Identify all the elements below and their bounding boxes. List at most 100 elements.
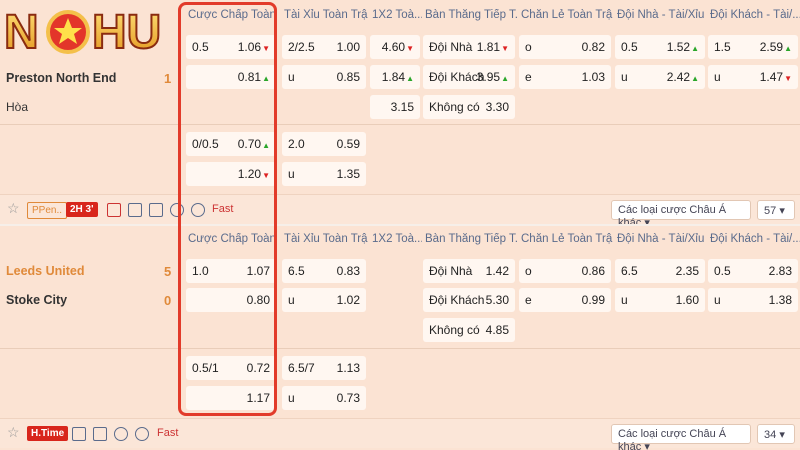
odds-line: Đội Nhà [429, 40, 473, 54]
stats-icon[interactable] [93, 427, 107, 441]
odds-value: 2.42 [666, 70, 691, 84]
fast-bet-link[interactable]: Fast [157, 427, 178, 439]
odds-cell[interactable]: 1.84▲ [370, 65, 420, 89]
away-team-name[interactable]: Stoke City [6, 293, 67, 307]
home-team-name[interactable]: Leeds United [6, 264, 85, 278]
odds-cell[interactable]: u 1.02 [282, 288, 366, 312]
chevron-down-icon: ▾ [644, 217, 650, 229]
odds-cell[interactable]: 6.5 0.83 [282, 259, 366, 283]
odds-cell[interactable]: 0/0.5 0.70▲ [186, 132, 276, 156]
odds-cell[interactable]: 2/2.5 1.00 [282, 35, 366, 59]
asian-bets-select[interactable]: Các loại cược Châu Á khác ▾ [611, 424, 751, 450]
clock-icon[interactable] [191, 203, 205, 217]
odds-cell[interactable]: 0.80 [186, 288, 276, 312]
odds-cell[interactable]: o 0.86 [519, 259, 611, 283]
odds-cell[interactable]: Đội Khách 3.95▲ [423, 65, 515, 89]
odds-cell[interactable]: 1.5 2.59▲ [708, 35, 798, 59]
odds-cell[interactable]: u 1.47▼ [708, 65, 798, 89]
lineup-icon[interactable] [107, 203, 121, 217]
odds-value: 1.60 [675, 293, 699, 307]
odds-price: 0.73 [337, 391, 360, 405]
asian-bets-select[interactable]: Các loại cược Châu Á khác ▾ [611, 200, 751, 229]
odds-down-arrow-icon: ▼ [406, 44, 414, 53]
odds-up-arrow-icon: ▲ [784, 44, 792, 53]
odds-cell[interactable]: e 0.99 [519, 288, 611, 312]
divider [0, 124, 800, 125]
odds-value: 5.30 [485, 293, 509, 307]
odds-value: 3.15 [390, 100, 414, 114]
odds-price: 0.59 [337, 137, 360, 151]
odds-cell[interactable]: 1.0 1.07 [186, 259, 276, 283]
list-icon[interactable] [128, 203, 142, 217]
odds-price: 3.30 [486, 100, 509, 114]
refresh-icon[interactable] [170, 203, 184, 217]
odds-line: 0.5/1 [192, 361, 219, 375]
odds-up-arrow-icon: ▲ [501, 74, 509, 83]
column-header: Bàn Thắng Tiếp T... [425, 9, 517, 21]
odds-value: 0.99 [581, 293, 605, 307]
odds-cell[interactable]: Đội Nhà 1.81▼ [423, 35, 515, 59]
chevron-down-icon: ▾ [644, 441, 650, 450]
odds-cell[interactable]: u 0.73 [282, 386, 366, 410]
odds-cell[interactable]: 1.17 [186, 386, 276, 410]
odds-cell[interactable]: 4.60▼ [370, 35, 420, 59]
odds-cell[interactable]: 0.5/1 0.72 [186, 356, 276, 380]
odds-cell[interactable]: o 0.82 [519, 35, 611, 59]
odds-cell[interactable]: 0.5 2.83 [708, 259, 798, 283]
odds-line: u [621, 293, 628, 307]
odds-line: o [525, 40, 532, 54]
odds-value: 1.03 [581, 70, 605, 84]
more-markets-count[interactable]: 34 ▾ [757, 424, 795, 444]
odds-price: 0.70▲ [238, 137, 270, 151]
odds-cell[interactable]: 1.20▼ [186, 162, 276, 186]
odds-down-arrow-icon: ▼ [784, 74, 792, 83]
fast-bet-link[interactable]: Fast [212, 203, 233, 215]
odds-cell[interactable]: 6.5 2.35 [615, 259, 705, 283]
odds-cell[interactable]: 0.5 1.52▲ [615, 35, 705, 59]
odds-price: 0.83 [337, 264, 360, 278]
odds-line: u [288, 293, 295, 307]
odds-price: 0.72 [247, 361, 270, 375]
odds-price: 1.06▼ [238, 40, 270, 54]
draw-label: Hòa [6, 100, 29, 114]
odds-cell[interactable]: u 1.35 [282, 162, 366, 186]
odds-value: 1.81 [476, 40, 501, 54]
svg-text:HU: HU [92, 6, 161, 59]
odds-cell[interactable]: u 0.85 [282, 65, 366, 89]
odds-cell[interactable]: 3.15 [370, 95, 420, 119]
odds-cell[interactable]: 6.5/7 1.13 [282, 356, 366, 380]
refresh-icon[interactable] [114, 427, 128, 441]
star-icon[interactable]: ☆ [7, 200, 20, 217]
odds-cell[interactable]: 0.5 1.06▼ [186, 35, 276, 59]
odds-cell[interactable]: e 1.03 [519, 65, 611, 89]
home-team-name[interactable]: Preston North End [6, 71, 116, 85]
column-header: Đội Nhà - Tài/Xỉu [617, 233, 705, 245]
odds-cell[interactable]: u 1.38 [708, 288, 798, 312]
odds-line: 0.5 [192, 40, 209, 54]
odds-cell[interactable]: Đội Nhà 1.42 [423, 259, 515, 283]
odds-price: 1.35 [337, 167, 360, 181]
odds-cell[interactable]: 0.81▲ [186, 65, 276, 89]
odds-up-arrow-icon: ▲ [691, 74, 699, 83]
odds-cell[interactable]: u 1.60 [615, 288, 705, 312]
odds-line: u [714, 293, 721, 307]
odds-cell[interactable]: u 2.42▲ [615, 65, 705, 89]
odds-value: 1.07 [246, 264, 270, 278]
odds-cell[interactable]: Đội Khách 5.30 [423, 288, 515, 312]
stats-icon[interactable] [149, 203, 163, 217]
column-header: Cược Chấp Toàn ... [188, 233, 278, 245]
odds-line: Đội Khách [429, 293, 485, 307]
odds-cell[interactable]: Không có 3.30 [423, 95, 515, 119]
list-icon[interactable] [72, 427, 86, 441]
more-markets-count[interactable]: 57 ▾ [757, 200, 795, 220]
odds-cell[interactable]: 2.0 0.59 [282, 132, 366, 156]
odds-value: 1.17 [246, 391, 270, 405]
divider [0, 348, 800, 349]
star-icon[interactable]: ☆ [7, 424, 20, 441]
odds-line: 2/2.5 [288, 40, 315, 54]
clock-icon[interactable] [135, 427, 149, 441]
odds-value: 0.86 [581, 264, 605, 278]
odds-value: 0.85 [336, 70, 360, 84]
odds-cell[interactable]: Không có 4.85 [423, 318, 515, 342]
odds-value: 1.35 [336, 167, 360, 181]
